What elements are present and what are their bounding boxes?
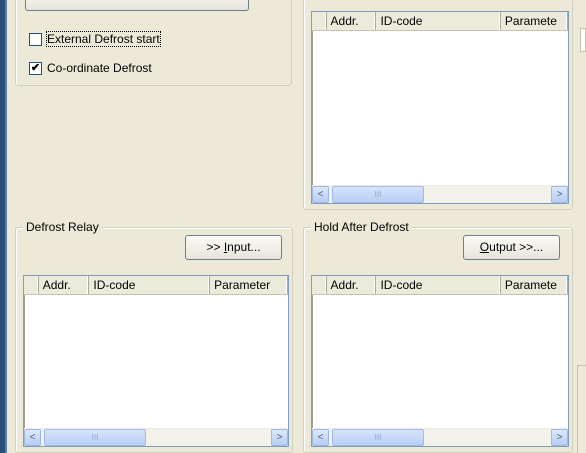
coordinate-defrost-checkbox[interactable]: ✔ — [29, 62, 42, 75]
window-edge — [0, 0, 7, 453]
header-id-code[interactable]: ID-code — [376, 276, 501, 294]
scroll-right-arrow-icon[interactable]: > — [551, 429, 568, 446]
list-header: Addr. ID-code Parameter — [24, 276, 288, 295]
external-defrost-start-label[interactable]: External Defrost start — [46, 31, 161, 47]
coordinate-defrost-label[interactable]: Co-ordinate Defrost — [47, 61, 152, 75]
right-edge-panel — [577, 365, 586, 453]
scroll-thumb[interactable]: III — [44, 429, 146, 446]
right-edge-control — [580, 28, 586, 52]
horizontal-scrollbar[interactable]: < III > — [24, 428, 288, 446]
header-addr[interactable]: Addr. — [39, 276, 90, 294]
header-id-code[interactable]: ID-code — [89, 276, 211, 294]
horizontal-scrollbar[interactable]: < III > — [312, 185, 568, 203]
scroll-left-arrow-icon[interactable]: < — [312, 186, 329, 203]
output-button-post: utput >>... — [489, 240, 544, 254]
header-parameter[interactable]: Parameter — [210, 276, 288, 294]
list-header: Addr. ID-code Paramete — [312, 12, 568, 31]
input-button[interactable]: >> Input... — [185, 235, 282, 260]
header-addr[interactable]: Addr. — [327, 276, 377, 294]
header-blank[interactable] — [312, 12, 327, 30]
header-parameter[interactable]: Paramete — [501, 12, 568, 30]
output-button-mnemonic: O — [479, 240, 490, 254]
scroll-left-arrow-icon[interactable]: < — [312, 429, 329, 446]
input-button-post: nput... — [227, 240, 261, 254]
external-defrost-start-checkbox[interactable] — [29, 33, 42, 46]
top-button[interactable] — [25, 0, 249, 11]
header-blank[interactable] — [312, 276, 327, 294]
input-button-pre: >> — [206, 240, 224, 254]
scroll-thumb[interactable]: III — [332, 186, 424, 203]
top-right-list[interactable]: Addr. ID-code Paramete < III > — [311, 11, 569, 204]
scroll-left-arrow-icon[interactable]: < — [24, 429, 41, 446]
header-parameter[interactable]: Paramete — [501, 276, 568, 294]
horizontal-scrollbar[interactable]: < III > — [312, 428, 568, 446]
defrost-relay-title: Defrost Relay — [23, 220, 102, 234]
scroll-thumb[interactable]: III — [332, 429, 424, 446]
hold-after-defrost-list[interactable]: Addr. ID-code Paramete < III > — [311, 275, 569, 447]
header-blank[interactable] — [24, 276, 39, 294]
scroll-right-arrow-icon[interactable]: > — [271, 429, 288, 446]
header-addr[interactable]: Addr. — [327, 12, 377, 30]
header-id-code[interactable]: ID-code — [376, 12, 501, 30]
hold-after-defrost-title: Hold After Defrost — [311, 220, 412, 234]
defrost-relay-list[interactable]: Addr. ID-code Parameter < III > — [23, 275, 289, 447]
scroll-right-arrow-icon[interactable]: > — [551, 186, 568, 203]
list-header: Addr. ID-code Paramete — [312, 276, 568, 295]
output-button[interactable]: Output >>... — [463, 235, 560, 260]
